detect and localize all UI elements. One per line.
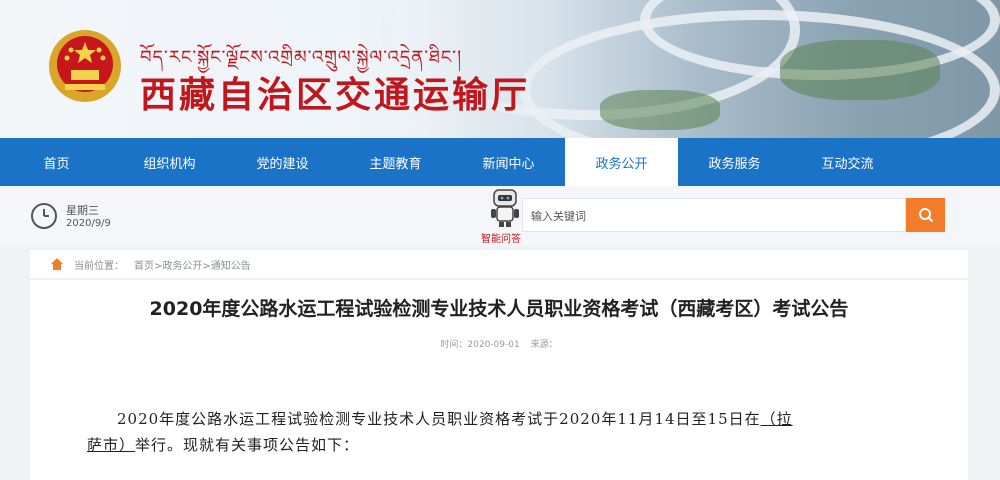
- nav-item-party-building[interactable]: 党的建设: [226, 138, 339, 186]
- nav-item-government-affairs[interactable]: 政务公开: [565, 138, 678, 186]
- nav-item-news-center[interactable]: 新闻中心: [452, 138, 565, 186]
- article-body: 2020年度公路水运工程试验检测专业技术人员职业资格考试于2020年11月14日…: [87, 406, 927, 458]
- article-time: 时间：2020-09-01: [440, 340, 520, 350]
- weekday-text: 星期三: [66, 204, 99, 217]
- breadcrumb: 当前位置： 首页>政务公开>通知公告: [30, 250, 968, 278]
- search-input[interactable]: 输入关键词: [522, 198, 906, 232]
- robot-assistant-icon[interactable]: [488, 188, 522, 228]
- search-button[interactable]: [906, 198, 945, 232]
- nav-item-theme-education[interactable]: 主题教育: [339, 138, 452, 186]
- header-banner: བོད་རང་སྐྱོང་ལྗོངས་འགྲིམ་འགྲུལ་སྐྱེལ་འདྲ…: [0, 0, 1000, 138]
- site-title: 西藏自治区交通运输厅: [140, 74, 531, 116]
- date-text: 2020/9/9: [66, 218, 111, 229]
- article-meta: 时间：2020-09-01 来源：: [30, 337, 968, 350]
- national-emblem-icon: [49, 30, 121, 102]
- nav-item-interaction[interactable]: 互动交流: [791, 138, 904, 186]
- clock-icon: [31, 203, 57, 229]
- breadcrumb-path[interactable]: 首页>政务公开>通知公告: [134, 257, 251, 272]
- nav-item-organization[interactable]: 组织机构: [113, 138, 226, 186]
- breadcrumb-prefix: 当前位置：: [74, 260, 124, 272]
- article-source: 来源：: [530, 340, 558, 350]
- main-navigation: 首页 组织机构 党的建设 主题教育 新闻中心 政务公开 政务服务 互动交流: [0, 138, 1000, 186]
- home-icon: [51, 258, 63, 270]
- article-panel: 2020年度公路水运工程试验检测专业技术人员职业资格考试（西藏考区）考试公告 时…: [30, 280, 968, 480]
- banner-greenery: [780, 40, 940, 100]
- body-text-segment: 举行。现就有关事项公告如下：: [135, 436, 360, 454]
- body-text-segment: （拉: [760, 410, 793, 428]
- nav-item-home[interactable]: 首页: [0, 138, 113, 186]
- search-icon: [918, 208, 933, 223]
- article-title: 2020年度公路水运工程试验检测专业技术人员职业资格考试（西藏考区）考试公告: [149, 298, 849, 320]
- body-text-segment: 萨市）: [87, 436, 136, 454]
- banner-greenery: [600, 90, 720, 130]
- body-text-segment: 2020年度公路水运工程试验检测专业技术人员职业资格考试于2020年11月14日…: [117, 410, 761, 428]
- nav-item-government-services[interactable]: 政务服务: [678, 138, 791, 186]
- assistant-label[interactable]: 智能问答: [481, 230, 521, 245]
